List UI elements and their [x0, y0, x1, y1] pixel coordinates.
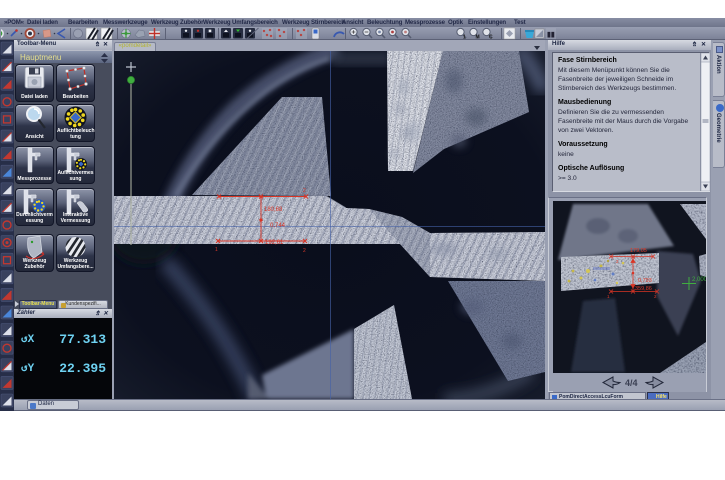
svg-text:2: 2 [303, 188, 306, 194]
svg-text:▮▮: ▮▮ [547, 32, 555, 39]
svg-text:2: 2 [303, 248, 306, 254]
svg-text:359,86: 359,86 [635, 286, 652, 292]
svg-text:0,744: 0,744 [270, 223, 286, 229]
svg-text:179,05: 179,05 [630, 248, 647, 254]
svg-text:0,793: 0,793 [638, 278, 652, 284]
svg-text:192,61: 192,61 [265, 240, 284, 246]
svg-text:180,68: 180,68 [264, 207, 283, 213]
svg-text:1: 1 [215, 247, 218, 253]
svg-text:2,000: 2,000 [692, 277, 706, 283]
svg-text:4/4: 4/4 [625, 378, 638, 388]
